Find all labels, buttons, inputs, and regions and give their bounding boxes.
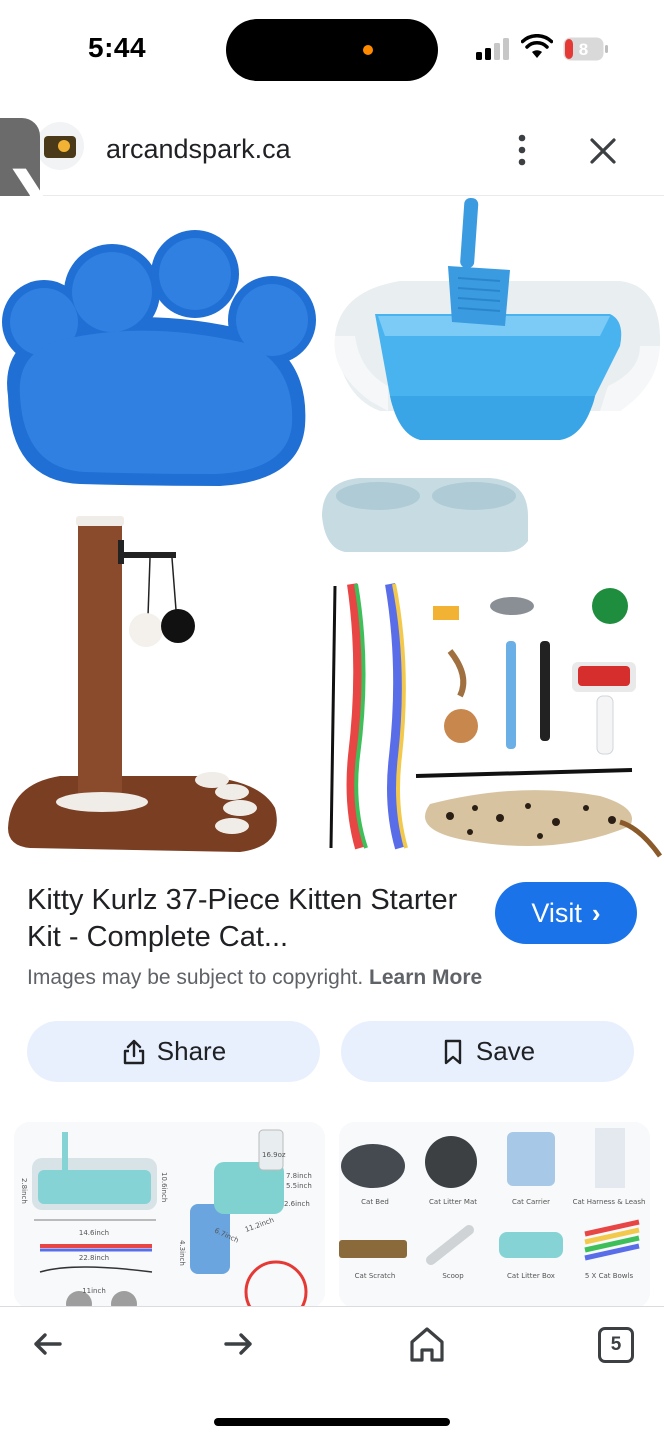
recording-indicator: [363, 45, 373, 55]
chevron-right-icon: ›: [591, 897, 601, 928]
dimension-label: 10.6inch: [160, 1172, 168, 1202]
kit-item-label: 5 X Cat Bowls: [585, 1272, 634, 1280]
kit-item-label: Scoop: [442, 1272, 464, 1280]
more-vert-icon[interactable]: [508, 130, 536, 170]
learn-more-link[interactable]: Learn More: [369, 966, 482, 989]
copyright-text: Images may be subject to copyright.: [27, 966, 364, 989]
dimension-label: 16.9oz: [262, 1151, 286, 1159]
kit-item-label: Cat Litter Mat: [429, 1198, 477, 1206]
status-bar: 5:44 8: [0, 0, 664, 100]
kit-item-label: Cat Carrier: [512, 1198, 550, 1206]
kit-item-label: Cat Harness & Leash: [573, 1198, 646, 1206]
back-arrow-icon[interactable]: [28, 1324, 68, 1364]
save-button[interactable]: Save: [341, 1021, 634, 1082]
wifi-icon: [521, 34, 553, 58]
share-icon: [123, 1039, 144, 1064]
visit-label: Visit: [531, 897, 582, 928]
home-icon[interactable]: [407, 1324, 447, 1364]
kit-item-label: Cat Scratch: [355, 1272, 396, 1280]
related-image-kit-contents[interactable]: Cat Bed Cat Litter Mat Cat Carrier Cat H…: [339, 1122, 650, 1308]
dimension-label: 7.8inch: [286, 1172, 312, 1180]
status-time: 5:44: [88, 32, 147, 63]
favicon-logo-icon: [44, 136, 76, 158]
dimension-label: 2.6inch: [284, 1200, 310, 1208]
kit-item-label: Cat Bed: [361, 1198, 389, 1206]
product-illustration: [2, 198, 663, 858]
litter-box-illustration: [334, 198, 661, 440]
tabs-count-button[interactable]: 5: [598, 1327, 634, 1363]
kit-item-label: Cat Litter Box: [507, 1272, 555, 1280]
dimension-label: 22.8inch: [79, 1254, 109, 1262]
lens-header: [0, 104, 664, 196]
double-bowl-illustration: [322, 478, 528, 552]
share-button[interactable]: Share: [27, 1021, 320, 1082]
share-label: Share: [156, 1036, 227, 1066]
paw-mat-illustration: [2, 230, 316, 486]
battery-level: 8: [579, 40, 588, 59]
dimension-label: 14.6inch: [79, 1229, 109, 1237]
visit-button[interactable]: Visit ›: [495, 882, 637, 944]
toy-set-illustration: [329, 583, 663, 858]
related-image-dimensions[interactable]: 14.6inch 22.8inch 11inch 16.9oz 7.8inch …: [14, 1122, 325, 1308]
scratch-post-illustration: [8, 516, 277, 852]
dimension-label: 4.3inch: [178, 1240, 186, 1266]
product-image[interactable]: [0, 196, 664, 860]
product-title[interactable]: Kitty Kurlz 37-Piece Kitten Starter Kit …: [27, 882, 467, 956]
dimensions-illustration: 14.6inch 22.8inch 11inch 16.9oz 7.8inch …: [14, 1122, 325, 1308]
battery-icon: 8: [563, 37, 608, 61]
dimension-label: 2.8inch: [20, 1178, 28, 1204]
close-icon[interactable]: [584, 132, 622, 170]
site-domain[interactable]: arcandspark.ca: [106, 134, 291, 165]
dimension-label: 5.5inch: [286, 1182, 312, 1190]
kit-contents-illustration: Cat Bed Cat Litter Mat Cat Carrier Cat H…: [339, 1122, 650, 1308]
forward-arrow-icon[interactable]: [218, 1324, 258, 1364]
save-label: Save: [475, 1036, 536, 1066]
bookmark-icon: [444, 1039, 462, 1064]
dynamic-island: [226, 19, 438, 81]
home-indicator[interactable]: [214, 1418, 450, 1426]
cellular-signal-icon: [476, 38, 509, 60]
copyright-notice: Images may be subject to copyright. Lear…: [27, 966, 482, 990]
dimension-label: 11inch: [82, 1287, 106, 1295]
